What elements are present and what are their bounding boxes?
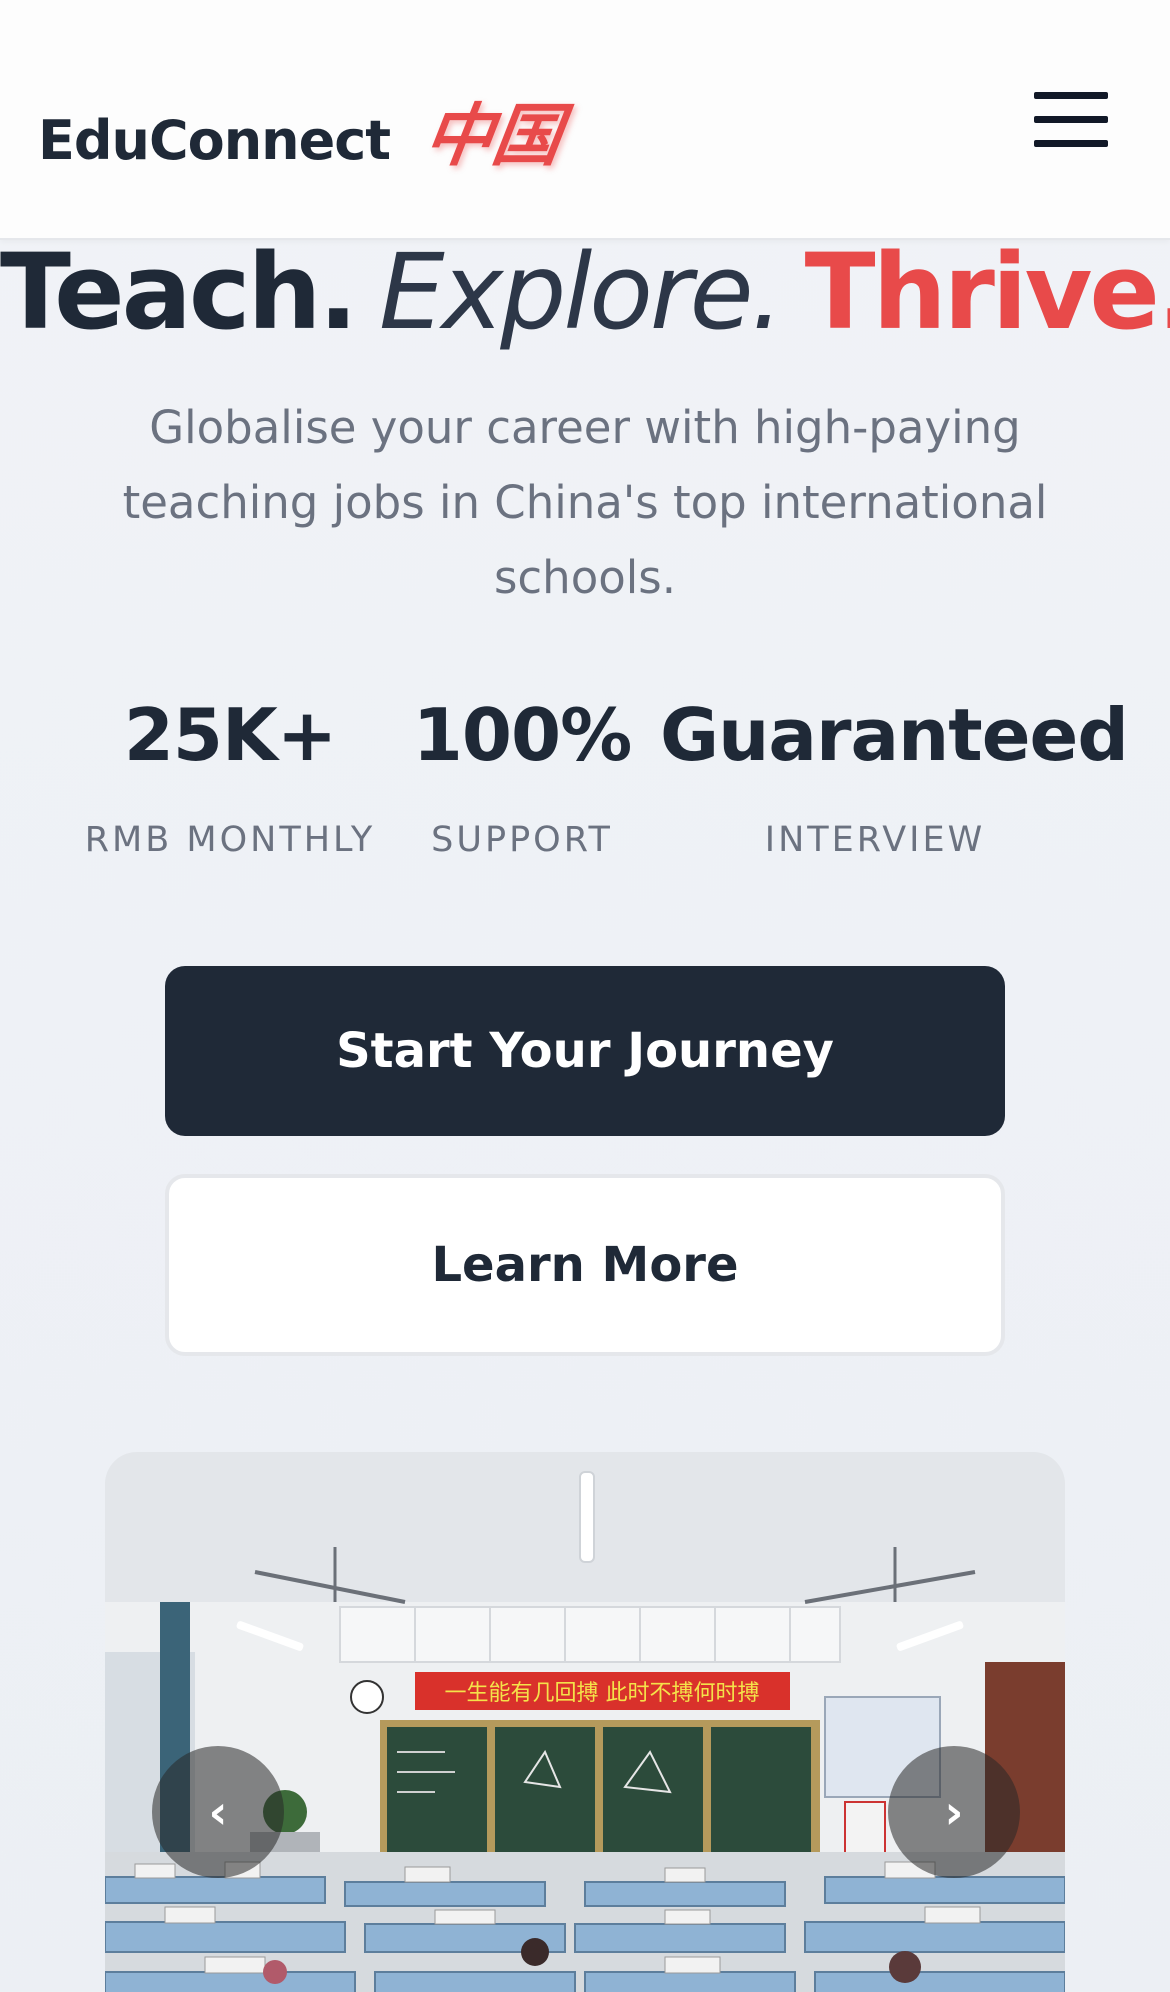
menu-bar-line [1034, 116, 1108, 123]
hero-subtitle: Globalise your career with high-paying t… [122, 401, 1048, 604]
site-header: EduConnect 中国 [0, 0, 1170, 240]
headline-word-explore: Explore. [379, 231, 784, 353]
stat-interview: Guaranteed INTERVIEW [660, 690, 1129, 862]
stat-support: 100% SUPPORT [400, 690, 644, 862]
brand-name: EduConnect [38, 109, 391, 172]
stat-label: INTERVIEW [764, 820, 986, 860]
carousel-prev-button[interactable]: ‹ [152, 1746, 284, 1878]
learn-more-button[interactable]: Learn More [165, 1174, 1005, 1356]
brand-mark-chinese: 中国 [419, 97, 567, 176]
brand-logo[interactable]: EduConnect 中国 [38, 80, 567, 179]
stat-value: 100% [412, 693, 632, 777]
stat-value: Guaranteed [660, 693, 1129, 777]
headline-word-thrive: Thrive. [804, 231, 1170, 353]
stat-salary: 25K+ RMB MONTHLY [70, 690, 390, 862]
headline-word-teach: Teach. [0, 231, 358, 353]
stat-label: SUPPORT [431, 820, 613, 860]
banner-text: 一生能有几回搏 此时不搏何时搏 [445, 1681, 760, 1706]
menu-bar-line [1034, 92, 1108, 99]
hamburger-menu-icon[interactable] [1030, 88, 1110, 152]
menu-bar-line [1034, 140, 1108, 147]
classroom-photo-carousel: 一生能有几回搏 此时不搏何时搏 [105, 1452, 1065, 1992]
stat-label: RMB MONTHLY [84, 820, 376, 860]
classroom-photo: 一生能有几回搏 此时不搏何时搏 [105, 1452, 1065, 1992]
stat-value: 25K+ [123, 693, 337, 777]
hero-headline: Teach. Explore. Thrive. [0, 232, 1170, 352]
start-journey-button[interactable]: Start Your Journey [165, 966, 1005, 1136]
carousel-next-button[interactable]: › [888, 1746, 1020, 1878]
